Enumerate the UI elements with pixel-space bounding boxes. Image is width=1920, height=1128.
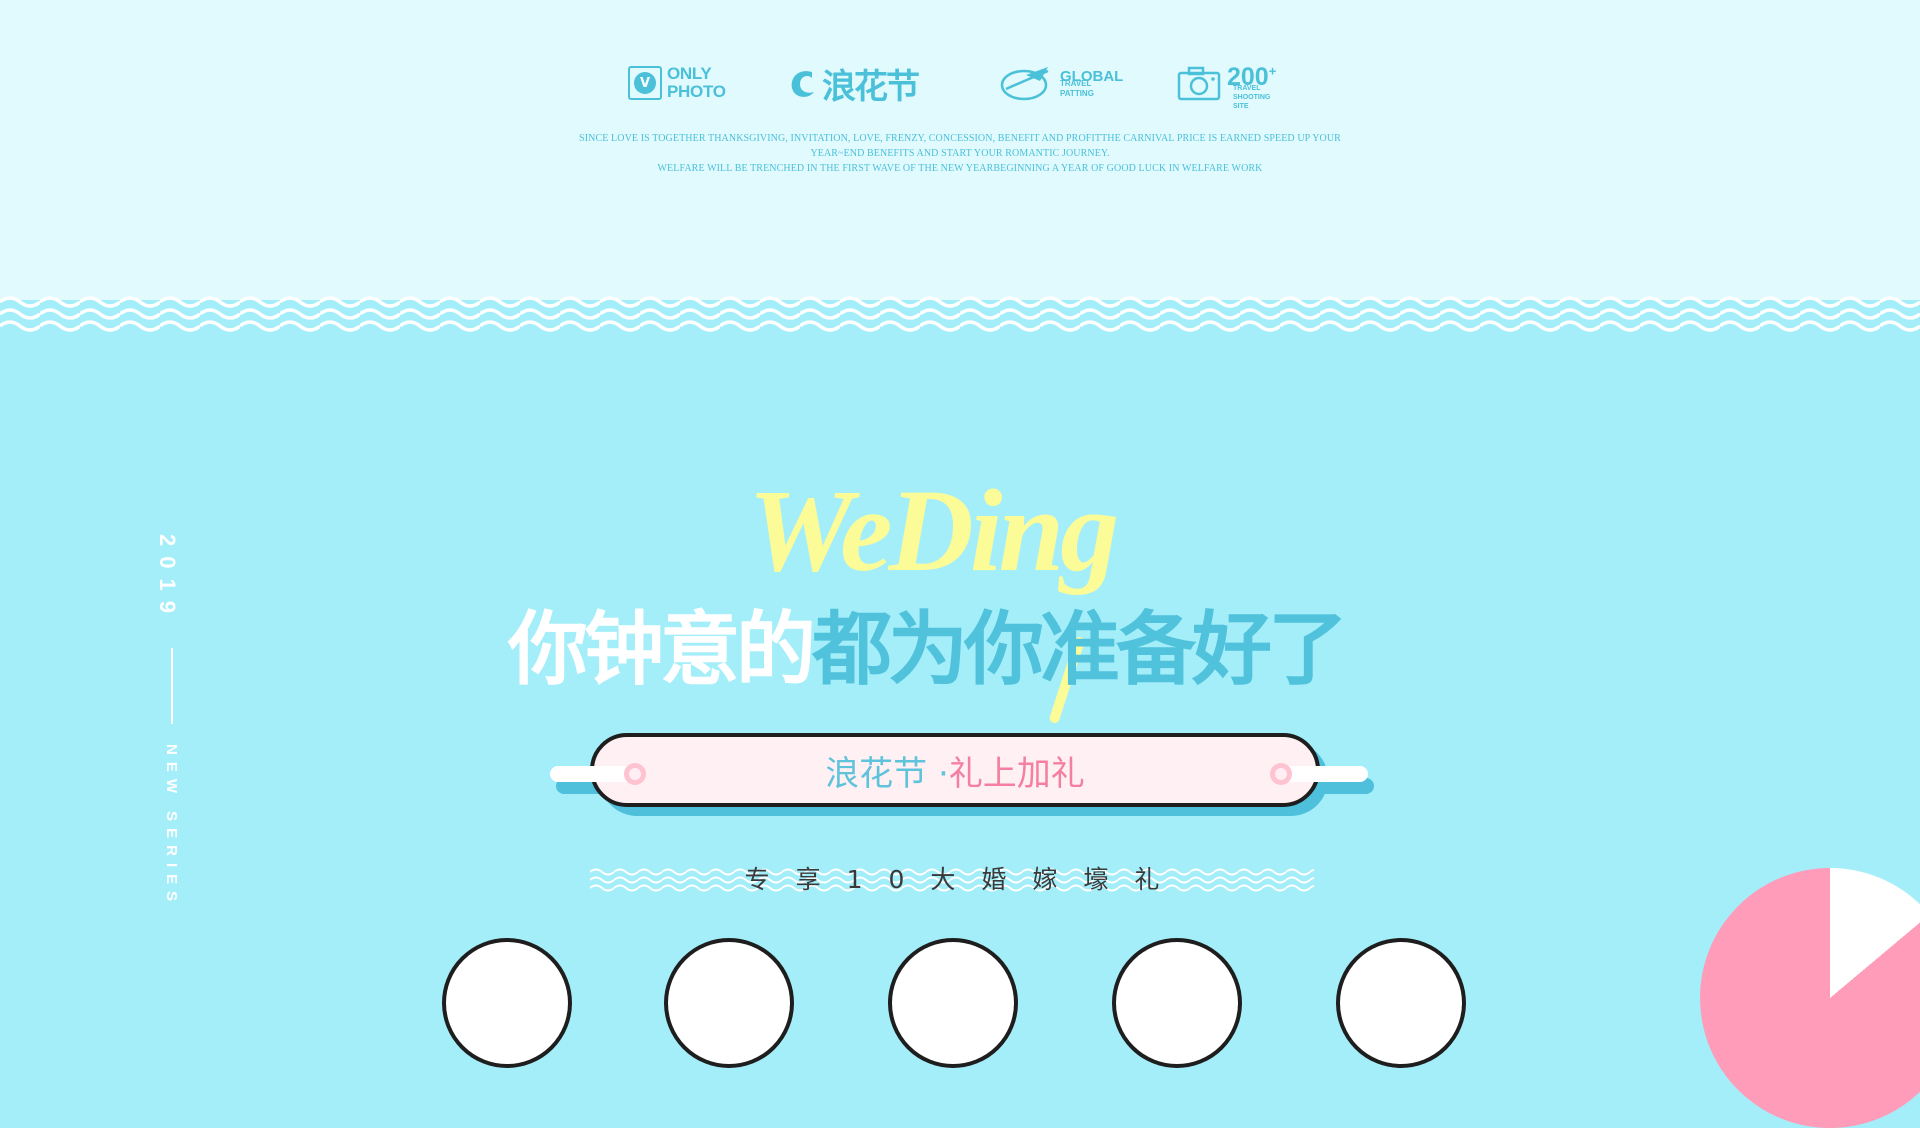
headline-blue-part: 都为你准备好了 [812,603,1348,696]
site-count-sub2: SHOOTING SITE [1233,94,1271,110]
gift-circle-3 [888,938,1018,1068]
shooting-sites-logo: 200+ TRAVEL SHOOTING SITE [1177,60,1277,110]
hero-headline: 你钟意的都为你准备好了 [508,610,1348,690]
tagline: SINCE LOVE IS TOGETHER THANKSGIVING, INV… [540,131,1380,176]
tagline-line-3: WELFARE WILL BE TRENCHED IN THE FIRST WA… [657,163,1263,174]
tagline-line-2: YEAR~END BENEFITS AND START YOUR ROMANTI… [810,148,1110,159]
site-count-plus: + [1268,63,1277,79]
global-sub2: PATTING [1060,88,1094,98]
lanhua-brand-text: 浪花节 [822,66,920,107]
beach-ball-decoration [1700,868,1920,1128]
gift-circle-4 [1112,938,1242,1068]
site-count-sub1: TRAVEL [1233,85,1261,92]
globe-plane-icon [1000,67,1049,101]
side-divider [171,648,173,724]
subtitle: 专享10大婚嫁壕礼 [744,865,1186,894]
right-pin-dot [1270,763,1292,785]
v-badge-icon: V [628,66,662,100]
pill-left-text: 浪花节 · [825,753,949,794]
only-photo-logo: V ONLY PHOTO [628,60,726,106]
banner-pill: 浪花节 · 礼上加礼 [590,733,1320,807]
left-pin-dot [624,763,646,785]
headline-white-part: 你钟意的 [508,603,816,696]
wave-curl-icon [791,71,814,97]
side-series: NEW SERIES [163,744,180,909]
side-year: 2019 [155,534,180,623]
camera-icon [1177,66,1221,101]
tagline-line-1: SINCE LOVE IS TOGETHER THANKSGIVING, INV… [579,133,1341,144]
v-badge-letter: V [634,72,656,94]
only-photo-line1: ONLY [667,64,712,83]
pill-right-text: 礼上加礼 [948,753,1085,794]
wave-divider [0,292,1920,342]
gift-circle-2 [664,938,794,1068]
gift-circle-5 [1336,938,1466,1068]
lanhua-logo: 浪花节 [788,60,920,107]
global-logo: GLOBAL TRAVEL PATTING [998,60,1123,106]
script-wedding-word: WeDing [748,465,1119,596]
gift-circle-1 [442,938,572,1068]
only-photo-line2: PHOTO [667,82,726,101]
